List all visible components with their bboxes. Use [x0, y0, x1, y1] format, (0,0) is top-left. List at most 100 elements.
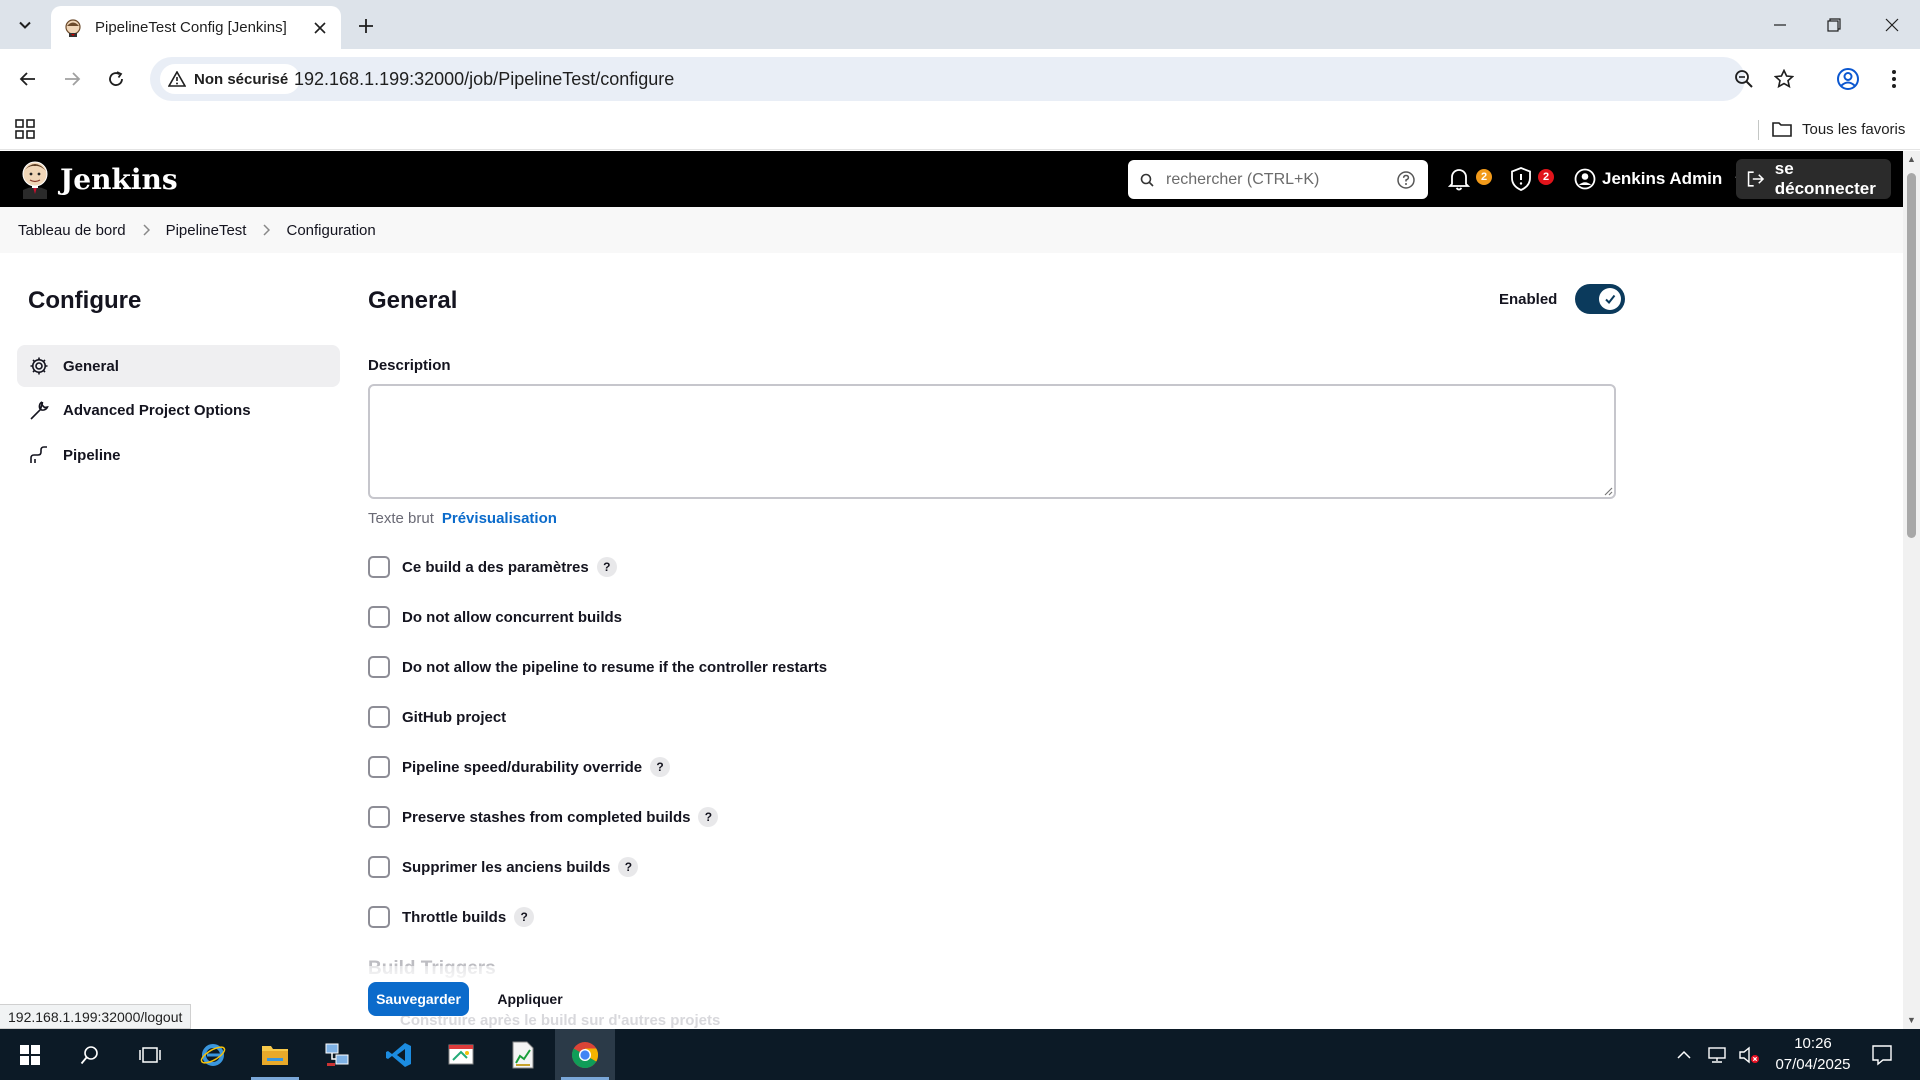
chevron-right-icon: [142, 224, 150, 236]
zoom-button[interactable]: [1730, 65, 1758, 93]
notification-center-icon: [1872, 1044, 1892, 1065]
option-label: Ce build a des paramètres: [402, 558, 589, 576]
taskbar-search-button[interactable]: [60, 1029, 120, 1080]
bookmark-star-button[interactable]: [1770, 65, 1798, 93]
all-bookmarks-button[interactable]: Tous les favoris: [1772, 116, 1905, 142]
close-window-button[interactable]: [1864, 0, 1920, 49]
checkbox[interactable]: [368, 606, 390, 628]
sidebar-item-pipeline[interactable]: Pipeline: [17, 434, 340, 476]
help-icon[interactable]: ?: [514, 907, 535, 927]
folder-icon: [262, 1045, 288, 1065]
search-box[interactable]: [1128, 160, 1428, 199]
taskbar-internet-explorer[interactable]: [183, 1029, 243, 1080]
search-input[interactable]: [1166, 170, 1396, 189]
apps-button[interactable]: [12, 116, 38, 142]
tab-search-button[interactable]: [10, 10, 40, 40]
arrow-left-icon: [19, 72, 35, 86]
forward-button[interactable]: [56, 63, 88, 95]
taskbar-paint-app[interactable]: [431, 1029, 491, 1080]
breadcrumb-dashboard[interactable]: Tableau de bord: [18, 222, 126, 239]
checkbox[interactable]: [368, 906, 390, 928]
jenkins-home-link[interactable]: Jenkins: [18, 159, 178, 199]
network-icon[interactable]: [1706, 1046, 1728, 1064]
action-center-button[interactable]: [1852, 1029, 1912, 1080]
sidebar-item-general[interactable]: General: [17, 345, 340, 387]
breadcrumb-pipelinetest[interactable]: PipelineTest: [166, 222, 247, 239]
browser-menu-button[interactable]: [1878, 63, 1910, 95]
resize-grip-icon[interactable]: [1603, 486, 1613, 496]
option-no-resume[interactable]: Do not allow the pipeline to resume if t…: [368, 656, 827, 678]
checkbox[interactable]: [368, 656, 390, 678]
tab-title: PipelineTest Config [Jenkins]: [95, 19, 287, 36]
volume-muted-icon[interactable]: [1738, 1046, 1760, 1064]
jenkins-brand: Jenkins: [60, 162, 178, 196]
checkbox[interactable]: [368, 806, 390, 828]
help-icon[interactable]: ?: [650, 757, 671, 777]
taskbar-chrome[interactable]: [555, 1029, 615, 1080]
taskbar-network-app[interactable]: [307, 1029, 367, 1080]
warning-icon: [168, 71, 186, 87]
description-textarea[interactable]: [368, 384, 1616, 499]
browser-tab-active[interactable]: PipelineTest Config [Jenkins]: [51, 6, 341, 49]
scroll-up-arrow-icon[interactable]: ▲: [1907, 154, 1916, 164]
user-menu-button[interactable]: Jenkins Admin: [1574, 162, 1748, 196]
minimize-window-button[interactable]: [1752, 0, 1808, 49]
scrollbar-thumb[interactable]: [1907, 173, 1916, 538]
save-button[interactable]: Sauvegarder: [368, 982, 469, 1016]
description-label: Description: [368, 357, 451, 374]
chrome-icon: [571, 1041, 599, 1068]
help-icon[interactable]: ?: [618, 857, 639, 877]
chevron-up-icon[interactable]: [1676, 1049, 1692, 1061]
address-bar[interactable]: Non sécurisé 192.168.1.199:32000/job/Pip…: [150, 57, 1794, 101]
checkbox[interactable]: [368, 706, 390, 728]
security-alerts-button[interactable]: [1510, 162, 1532, 196]
reload-button[interactable]: [100, 63, 132, 95]
checkbox[interactable]: [368, 756, 390, 778]
option-build-parameters[interactable]: Ce build a des paramètres ?: [368, 556, 617, 578]
start-button[interactable]: [0, 1029, 60, 1080]
site-info-chip[interactable]: Non sécurisé: [160, 64, 301, 94]
new-tab-button[interactable]: [352, 12, 380, 40]
logout-button[interactable]: se déconnecter: [1736, 159, 1891, 199]
restore-icon: [1827, 17, 1841, 32]
option-throttle-builds[interactable]: Throttle builds ?: [368, 906, 535, 928]
reload-icon: [109, 71, 123, 86]
option-no-concurrent-builds[interactable]: Do not allow concurrent builds: [368, 606, 622, 628]
breadcrumb-configuration[interactable]: Configuration: [286, 222, 375, 239]
help-icon[interactable]: ?: [698, 807, 719, 827]
option-discard-old-builds[interactable]: Supprimer les anciens builds ?: [368, 856, 639, 878]
vscode-icon: [386, 1042, 411, 1067]
apply-button[interactable]: Appliquer: [484, 982, 576, 1016]
preview-link[interactable]: Prévisualisation: [442, 510, 557, 527]
security-badge: 2: [1538, 169, 1554, 185]
option-preserve-stashes[interactable]: Preserve stashes from completed builds ?: [368, 806, 719, 828]
restore-window-button[interactable]: [1806, 0, 1862, 49]
help-icon[interactable]: ?: [596, 557, 617, 577]
option-durability-override[interactable]: Pipeline speed/durability override ?: [368, 756, 671, 778]
plus-icon: [359, 19, 373, 33]
taskbar-vscode[interactable]: [369, 1029, 429, 1080]
sidebar-item-advanced-project-options[interactable]: Advanced Project Options: [17, 389, 340, 431]
bookmarks-bar: Tous les favoris: [0, 108, 1920, 150]
taskbar-file-explorer[interactable]: [245, 1029, 305, 1080]
scroll-down-arrow-icon[interactable]: ▼: [1907, 1015, 1916, 1025]
tab-close-button[interactable]: [309, 17, 331, 39]
url-text[interactable]: 192.168.1.199:32000/job/PipelineTest/con…: [294, 69, 674, 90]
system-tray: [1676, 1029, 1760, 1080]
checkbox[interactable]: [368, 856, 390, 878]
profile-button[interactable]: [1832, 63, 1864, 95]
folder-icon: [1772, 122, 1792, 137]
taskbar-task-manager[interactable]: [493, 1029, 553, 1080]
option-label: Do not allow the pipeline to resume if t…: [402, 658, 828, 676]
internet-explorer-icon: [200, 1043, 226, 1066]
checkbox[interactable]: [368, 556, 390, 578]
chart-app-icon: [512, 1041, 534, 1068]
notifications-button[interactable]: [1448, 162, 1470, 196]
option-github-project[interactable]: GitHub project: [368, 706, 506, 728]
back-button[interactable]: [12, 63, 44, 95]
enabled-toggle[interactable]: [1575, 284, 1626, 314]
help-circle-icon[interactable]: [1396, 170, 1416, 190]
task-view-button[interactable]: [120, 1029, 180, 1080]
user-icon: [1574, 168, 1596, 190]
page-scrollbar[interactable]: ▲ ▼: [1903, 151, 1920, 1029]
